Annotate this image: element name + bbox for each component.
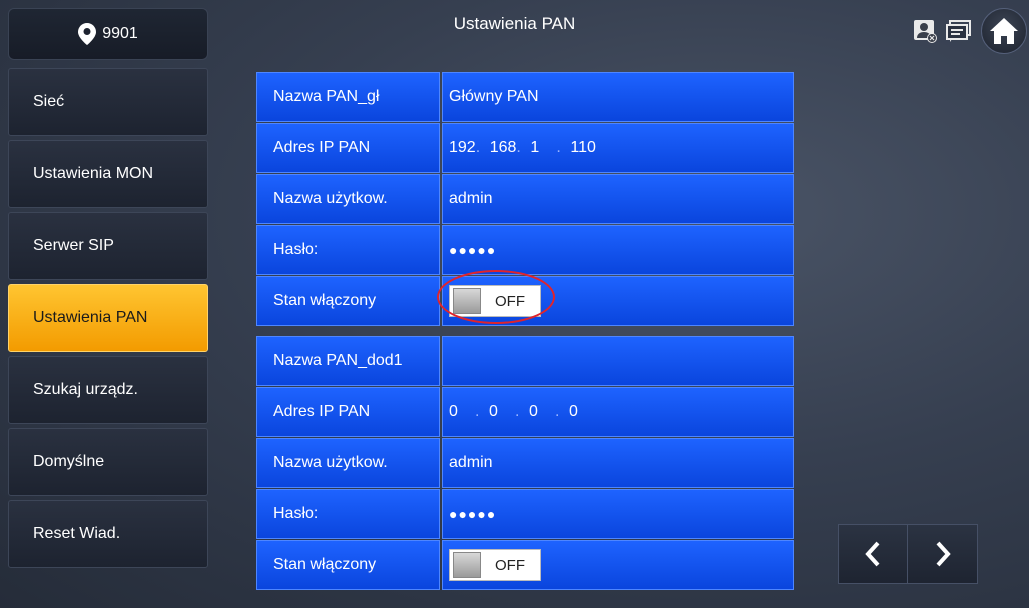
secondary-pan-user-row: Nazwa użytkow. admin — [256, 438, 794, 488]
sidebar: Sieć Ustawienia MON Serwer SIP Ustawieni… — [8, 68, 208, 572]
ip-separator: . — [555, 403, 560, 420]
sidebar-item-label: Ustawienia PAN — [33, 309, 148, 326]
ip-separator: . — [475, 139, 481, 156]
ip-octet[interactable]: 0 — [489, 403, 515, 421]
secondary-pan-enabled-row: Stan włączony OFF — [256, 540, 794, 590]
field-label: Nazwa użytkow. — [256, 438, 440, 488]
ip-octet[interactable]: 1 — [530, 139, 556, 157]
pagination — [838, 524, 978, 584]
secondary-pan-name-row: Nazwa PAN_dod1 — [256, 336, 794, 386]
ip-separator: . — [556, 139, 561, 156]
toggle-knob — [453, 552, 481, 578]
chevron-left-icon — [865, 541, 880, 567]
message-icon[interactable] — [945, 17, 973, 45]
sidebar-item-label: Domyślne — [33, 453, 105, 470]
secondary-pan-enabled-toggle[interactable]: OFF — [449, 549, 541, 581]
field-label: Hasło: — [256, 225, 440, 275]
sidebar-item-label: Serwer SIP — [33, 237, 114, 254]
screen: 9901 Ustawienia PAN Sieć Ustawienia MON … — [0, 0, 1029, 608]
ip-octet[interactable]: 0 — [529, 403, 555, 421]
secondary-pan-enabled-cell: OFF — [442, 540, 794, 590]
sidebar-item-label: Sieć — [33, 93, 65, 110]
ip-separator: . — [516, 139, 521, 156]
sidebar-item-mon-settings[interactable]: Ustawienia MON — [8, 140, 208, 208]
top-icons — [905, 8, 1029, 54]
secondary-pan-name-field[interactable] — [442, 336, 794, 386]
top-bar: 9901 Ustawienia PAN — [0, 0, 1029, 62]
secondary-pan-ip-field[interactable]: 0 . 0 . 0 . 0 — [442, 387, 794, 437]
sidebar-item-sip-server[interactable]: Serwer SIP — [8, 212, 208, 280]
field-label: Adres IP PAN — [256, 387, 440, 437]
sidebar-item-message-reset[interactable]: Reset Wiad. — [8, 500, 208, 568]
main-pan-password-field[interactable]: ●●●●● — [442, 225, 794, 275]
ip-octet[interactable]: 168 — [490, 139, 517, 157]
field-label: Nazwa PAN_dod1 — [256, 336, 440, 386]
secondary-pan-password-row: Hasło: ●●●●● — [256, 489, 794, 539]
chevron-right-icon — [936, 541, 951, 567]
sidebar-item-label: Ustawienia MON — [33, 165, 154, 182]
page-title: Ustawienia PAN — [453, 14, 576, 33]
secondary-pan-username-field[interactable]: admin — [442, 438, 794, 488]
secondary-pan-ip-row: Adres IP PAN 0 . 0 . 0 . 0 — [256, 387, 794, 437]
ip-octet[interactable]: 110 — [570, 139, 596, 157]
home-icon — [990, 18, 1018, 44]
field-label: Adres IP PAN — [256, 123, 440, 173]
sidebar-item-pan-settings[interactable]: Ustawienia PAN — [8, 284, 208, 352]
field-label: Hasło: — [256, 489, 440, 539]
pan-settings-form: Nazwa PAN_gł Główny PAN Adres IP PAN 192… — [256, 72, 794, 591]
field-label: Stan włączony — [256, 540, 440, 590]
secondary-pan-password-field[interactable]: ●●●●● — [442, 489, 794, 539]
main-pan-name-row: Nazwa PAN_gł Główny PAN — [256, 72, 794, 122]
contact-card-icon[interactable] — [911, 17, 939, 45]
previous-page-button[interactable] — [838, 524, 908, 584]
field-label: Nazwa PAN_gł — [256, 72, 440, 122]
main-pan-username-field[interactable]: admin — [442, 174, 794, 224]
sidebar-item-defaults[interactable]: Domyślne — [8, 428, 208, 496]
field-label: Nazwa użytkow. — [256, 174, 440, 224]
home-button[interactable] — [981, 8, 1027, 54]
main-pan-ip-field[interactable]: 192 . 168 . 1 . 110 — [442, 123, 794, 173]
ip-octet[interactable]: 0 — [569, 403, 595, 421]
sidebar-item-label: Szukaj urządz. — [33, 381, 138, 398]
main-pan-ip-row: Adres IP PAN 192 . 168 . 1 . 110 — [256, 123, 794, 173]
main-pan-name-field[interactable]: Główny PAN — [442, 72, 794, 122]
main-pan-password-row: Hasło: ●●●●● — [256, 225, 794, 275]
ip-separator: . — [515, 403, 520, 420]
next-page-button[interactable] — [908, 524, 978, 584]
sidebar-item-network[interactable]: Sieć — [8, 68, 208, 136]
sidebar-item-label: Reset Wiad. — [33, 525, 121, 542]
toggle-state: OFF — [495, 556, 525, 574]
field-label: Stan włączony — [256, 276, 440, 326]
sidebar-item-device-search[interactable]: Szukaj urządz. — [8, 356, 208, 424]
ip-separator: . — [475, 403, 480, 420]
ip-octet[interactable]: 192 — [449, 139, 476, 157]
main-pan-user-row: Nazwa użytkow. admin — [256, 174, 794, 224]
ip-octet[interactable]: 0 — [449, 403, 475, 421]
highlight-circle — [437, 270, 555, 324]
